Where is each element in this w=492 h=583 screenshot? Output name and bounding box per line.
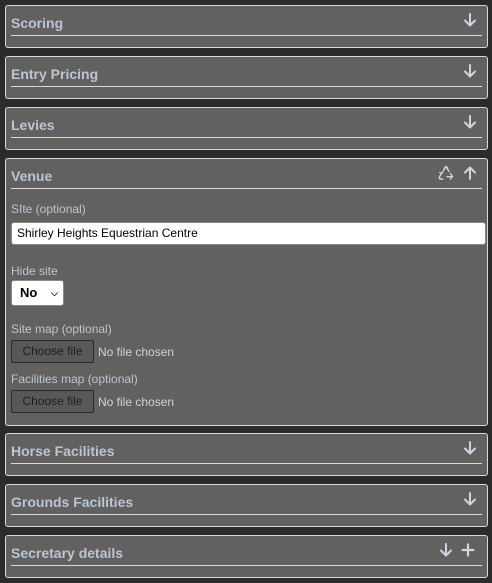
site-label: SIte (optional) [11,202,86,216]
grounds-facilities-panel: Grounds Facilities [5,484,488,527]
panel-divider [11,565,482,566]
arrow-down-icon[interactable] [462,491,478,507]
levies-panel: Levies [5,107,488,150]
plus-icon[interactable] [460,542,476,558]
hide-site-select[interactable]: No ⌵ [11,280,64,306]
entry-pricing-panel: Entry Pricing [5,56,488,99]
panel-title: Entry Pricing [11,66,99,82]
panel-title: Horse Facilities [11,443,115,459]
secretary-details-panel: Secretary details [5,535,488,578]
panel-divider [11,188,482,189]
arrow-down-icon[interactable] [462,63,478,79]
facilities-map-choose-file-button[interactable]: Choose file [11,390,94,413]
recycle-icon[interactable] [438,165,454,181]
scoring-header[interactable]: Scoring [6,6,487,46]
hide-site-value: No [20,285,38,300]
facilities-map-file-status: No file chosen [98,395,175,409]
arrow-down-icon[interactable] [438,542,454,558]
panel-title: Grounds Facilities [11,494,134,510]
panel-title: Venue [11,168,53,184]
site-map-label: Site map (optional) [11,322,112,336]
arrow-down-icon[interactable] [462,440,478,456]
venue-panel: Venue SIte (optional) Shirley Heights Eq… [5,158,488,426]
secretary-details-header[interactable]: Secretary details [6,536,487,576]
grounds-facilities-header[interactable]: Grounds Facilities [6,485,487,525]
panel-divider [11,86,482,87]
horse-facilities-panel: Horse Facilities [5,433,488,476]
panel-title: Secretary details [11,545,124,561]
arrow-down-icon[interactable] [462,114,478,130]
site-input[interactable]: Shirley Heights Equestrian Centre [11,222,486,245]
levies-header[interactable]: Levies [6,108,487,148]
panel-title: Levies [11,117,55,133]
panel-title: Scoring [11,15,64,31]
panel-divider [11,463,482,464]
facilities-map-label: Facilities map (optional) [11,372,138,386]
entry-pricing-header[interactable]: Entry Pricing [6,57,487,97]
horse-facilities-header[interactable]: Horse Facilities [6,434,487,474]
site-map-file-status: No file chosen [98,345,175,359]
panel-divider [11,35,482,36]
venue-header[interactable]: Venue [6,159,487,199]
site-map-choose-file-button[interactable]: Choose file [11,340,94,363]
scoring-panel: Scoring [5,5,488,48]
arrow-up-icon[interactable] [462,165,478,181]
panel-divider [11,514,482,515]
panel-divider [11,137,482,138]
arrow-down-icon[interactable] [462,12,478,28]
hide-site-label: Hide site [11,264,58,278]
chevron-down-icon: ⌵ [51,288,58,298]
